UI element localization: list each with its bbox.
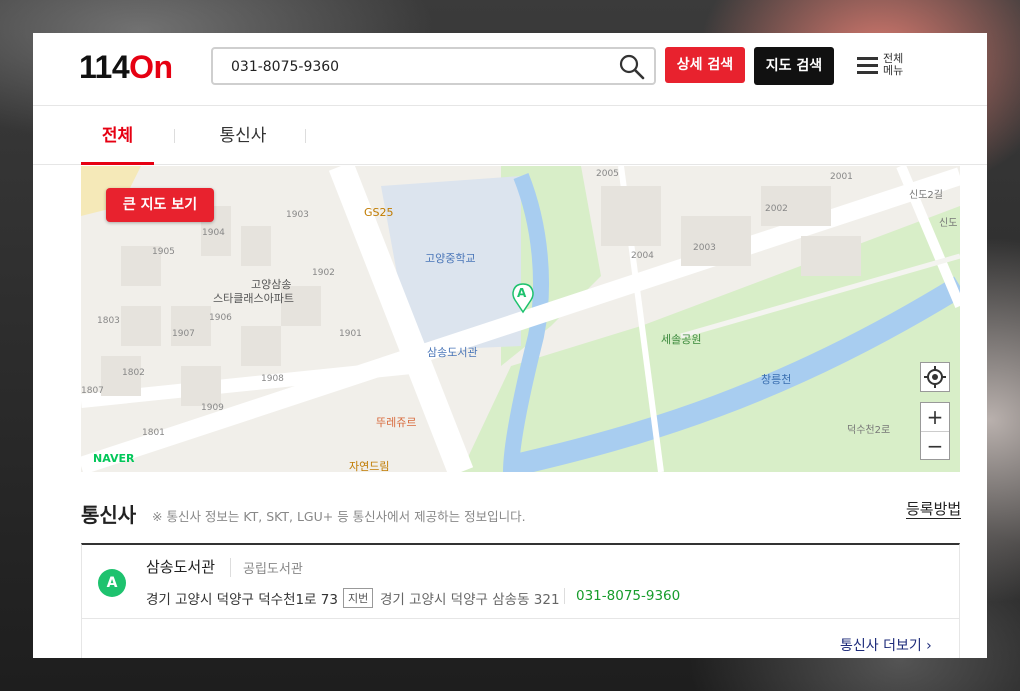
map-label-building: 2003 (693, 243, 716, 253)
hamburger-icon (857, 57, 878, 75)
section-note: ※ 통신사 정보는 KT, SKT, LGU+ 등 통신사에서 제공하는 정보입… (152, 509, 526, 524)
map-label-school: 고양중학교 (425, 252, 476, 265)
zoom-in-button[interactable]: + (921, 403, 949, 432)
header: 114On 상세 검색 지도 검색 전체메뉴 (33, 33, 987, 106)
map-label-building: 1801 (142, 428, 165, 438)
tab-telecom[interactable]: 통신사 (211, 107, 275, 165)
search-input[interactable] (231, 56, 611, 78)
result-item[interactable]: A 삼송도서관 공립도서관 경기 고양시 덕양구 덕수천1로 73 지번 경기 … (81, 543, 960, 619)
map-label-building: 1803 (97, 316, 120, 326)
map-label-building: 2002 (765, 204, 788, 214)
map-marker-label[interactable]: A (517, 286, 526, 300)
menu-label-line2: 메뉴 (883, 64, 904, 77)
more-row: 통신사 더보기 › (81, 619, 960, 658)
map-label-building: 2004 (631, 251, 654, 261)
map-label-building: 1909 (201, 403, 224, 413)
map-label-building: 1908 (261, 374, 284, 384)
map-label-road1: 덕수천2로 (847, 425, 891, 436)
map-label-park: 세솔공원 (661, 333, 702, 346)
result-name[interactable]: 삼송도서관 (146, 556, 215, 577)
tab-all[interactable]: 전체 (81, 107, 154, 165)
menu-label: 전체 메뉴 (883, 53, 913, 77)
map-label-building: 1904 (202, 228, 225, 238)
map-label-gs25: GS25 (364, 206, 394, 219)
map-label-library: 삼송도서관 (427, 346, 478, 359)
section-title: 통신사 (81, 503, 137, 527)
zoom-out-button[interactable]: − (921, 432, 949, 461)
map-label-building: 2005 (596, 169, 619, 179)
map-label-building: 2001 (830, 172, 853, 182)
search-icon[interactable] (618, 53, 646, 81)
map-search-button[interactable]: 지도 검색 (754, 47, 834, 85)
result-marker-badge: A (98, 569, 126, 597)
map-label-bakery: 뚜레쥬르 (376, 416, 417, 429)
zoom-control: + − (920, 402, 950, 460)
logo-on: On (129, 49, 173, 85)
map-label-building: 1907 (172, 329, 195, 339)
map-label-building: 1802 (122, 368, 145, 378)
map-label-road3: 신도 (939, 218, 958, 229)
current-location-button[interactable] (920, 362, 950, 392)
detail-search-button[interactable]: 상세 검색 (665, 47, 745, 83)
map-label-building: 1906 (209, 313, 232, 323)
map-label-building: 1903 (286, 210, 309, 220)
map-label-building: 1905 (152, 247, 175, 257)
map-label-building: 1807 (81, 386, 104, 396)
all-menu-button[interactable]: 전체 메뉴 (857, 53, 917, 83)
telecom-more-link[interactable]: 통신사 더보기 › (840, 635, 932, 655)
naver-logo: NAVER (93, 452, 135, 465)
browser-page: 114On 상세 검색 지도 검색 전체메뉴 전체 통신사 (33, 33, 987, 658)
tab-divider (305, 129, 306, 143)
logo[interactable]: 114On (79, 49, 173, 86)
result-phone[interactable]: 031-8075-9360 (564, 588, 680, 604)
map[interactable]: A GS25 고양중학교 삼송도서관 고양삼송 스타클래스아파트 세솔공원 창릉… (81, 166, 960, 472)
big-map-button[interactable]: 큰 지도 보기 (106, 188, 214, 222)
map-label-building: 1902 (312, 268, 335, 278)
map-label-building: 1901 (339, 329, 362, 339)
map-label-road2: 신도2길 (909, 190, 943, 201)
result-address: 경기 고양시 덕양구 덕수천1로 73 (146, 592, 338, 608)
tab-divider (174, 129, 175, 143)
logo-number: 114 (79, 49, 130, 85)
tab-bar: 전체 통신사 (33, 107, 987, 165)
map-label-apt-2: 스타클래스아파트 (213, 292, 294, 305)
map-label-stream: 창릉천 (761, 373, 792, 386)
search-box (211, 47, 656, 85)
register-method-link[interactable]: 등록방법 (906, 501, 962, 519)
result-category: 공립도서관 (230, 558, 303, 577)
jibun-tag: 지번 (343, 588, 374, 608)
location-target-icon (924, 366, 946, 388)
map-label-shop: 자연드림 (349, 460, 390, 472)
result-jibun-address: 경기 고양시 덕양구 삼송동 321 (380, 592, 560, 608)
